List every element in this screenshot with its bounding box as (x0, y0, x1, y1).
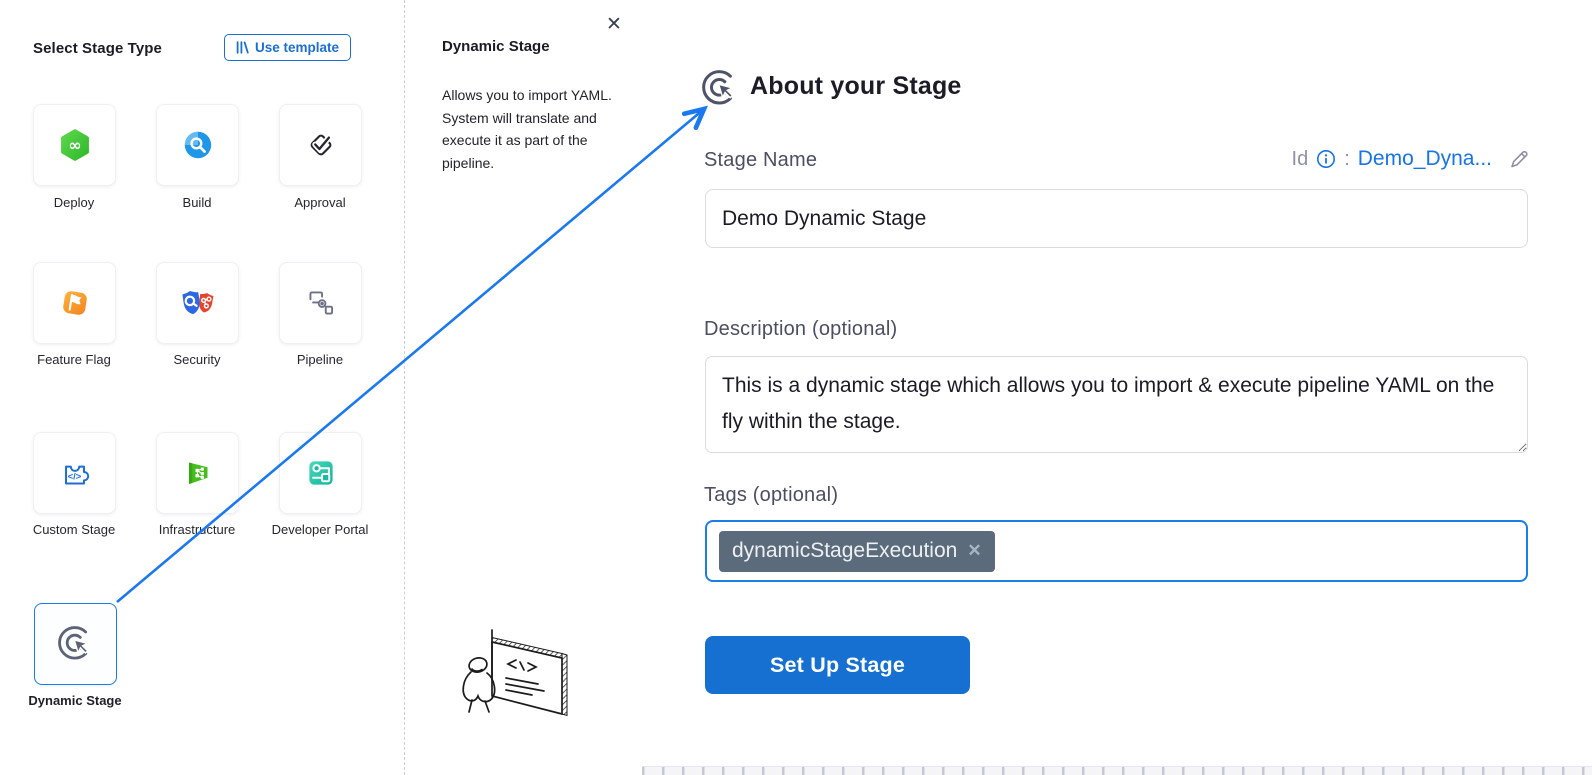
setup-stage-button[interactable]: Set Up Stage (705, 636, 970, 694)
stage-type-tile-feature-flag[interactable] (33, 262, 116, 344)
security-icon (178, 284, 218, 322)
info-panel-title: Dynamic Stage (442, 38, 550, 55)
deploy-icon: ∞ (56, 126, 94, 164)
stage-type-tile-infrastructure[interactable] (156, 432, 239, 514)
stage-type-label: Pipeline (258, 352, 382, 369)
developer-portal-icon (302, 454, 340, 492)
stage-type-tile-security[interactable] (156, 262, 239, 344)
id-label: Id (1292, 148, 1309, 171)
tags-input[interactable] (1003, 531, 1514, 571)
id-separator: : (1344, 148, 1350, 171)
stage-type-tile-developer-portal[interactable] (279, 432, 362, 514)
stage-name-input[interactable] (705, 189, 1528, 248)
close-icon[interactable]: ✕ (606, 15, 622, 34)
stage-type-tile-approval[interactable] (279, 104, 362, 186)
svg-text:∞: ∞ (68, 135, 81, 154)
stage-type-label: Custom Stage (12, 522, 136, 539)
stage-type-label: Developer Portal (258, 522, 382, 539)
presenter-illustration (458, 622, 582, 728)
dynamic-stage-heading-icon (700, 68, 741, 109)
stage-type-label-dynamic: Dynamic Stage (13, 693, 137, 710)
stage-type-tile-pipeline[interactable] (279, 262, 362, 344)
stage-type-label: Security (135, 352, 259, 369)
stage-type-label: Build (135, 195, 259, 212)
form-heading: About your Stage (750, 72, 962, 101)
stage-name-label: Stage Name (704, 149, 817, 172)
tag-remove-icon[interactable]: ✕ (967, 541, 981, 561)
tags-label: Tags (optional) (704, 484, 838, 507)
build-icon (179, 126, 217, 164)
tag-chip-label: dynamicStageExecution (732, 539, 957, 563)
use-template-label: Use template (255, 40, 339, 55)
custom-stage-icon: </> (56, 454, 94, 492)
page-title: Select Stage Type (33, 40, 162, 57)
tags-input-box[interactable]: dynamicStageExecution ✕ (705, 520, 1528, 582)
dynamic-stage-icon (56, 624, 96, 664)
info-icon[interactable] (1316, 149, 1336, 169)
template-library-icon (236, 41, 249, 54)
pipeline-icon (302, 284, 340, 322)
stage-type-label: Infrastructure (135, 522, 259, 539)
tag-chip[interactable]: dynamicStageExecution ✕ (719, 531, 995, 572)
stage-type-label: Feature Flag (12, 352, 136, 369)
stage-type-tile-dynamic-stage[interactable] (34, 603, 117, 685)
use-template-button[interactable]: Use template (224, 34, 351, 61)
svg-text:</>: </> (67, 471, 81, 482)
stage-type-label: Deploy (12, 195, 136, 212)
stage-type-tile-custom-stage[interactable]: </> (33, 432, 116, 514)
pipeline-canvas-grid (642, 766, 1592, 775)
stage-setup-screen: { "left_panel": { "title": "Select Stage… (0, 0, 1592, 775)
feature-flag-icon (56, 284, 94, 322)
description-textarea[interactable]: This is a dynamic stage which allows you… (705, 356, 1528, 453)
stage-id-row: Id : Demo_Dyna... (1292, 147, 1530, 171)
stage-type-label: Approval (258, 195, 382, 212)
panel-divider (404, 0, 405, 775)
stage-type-tile-deploy[interactable]: ∞ (33, 104, 116, 186)
approval-icon (302, 126, 340, 164)
description-label: Description (optional) (704, 318, 897, 341)
info-panel-description: Allows you to import YAML. System will t… (442, 84, 618, 174)
edit-icon[interactable] (1508, 148, 1530, 170)
stage-id-value[interactable]: Demo_Dyna... (1358, 147, 1492, 171)
stage-type-tile-build[interactable] (156, 104, 239, 186)
infrastructure-icon (179, 454, 217, 492)
